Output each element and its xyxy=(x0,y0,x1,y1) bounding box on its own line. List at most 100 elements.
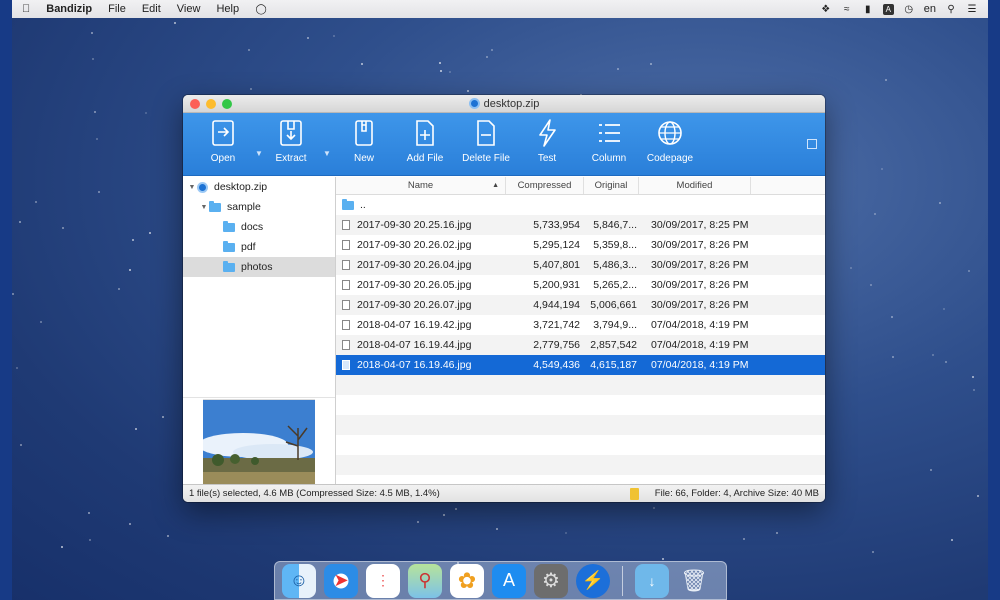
wifi-icon[interactable]: ≈ xyxy=(841,3,853,15)
star xyxy=(849,267,852,270)
star xyxy=(149,231,152,234)
star xyxy=(135,427,138,430)
file-icon xyxy=(342,300,350,310)
star xyxy=(495,527,498,530)
menu-edit[interactable]: Edit xyxy=(142,3,161,15)
time-machine-icon[interactable]: ◷ xyxy=(903,3,915,15)
image-preview xyxy=(203,399,315,484)
star xyxy=(929,469,932,472)
spotlight-icon[interactable]: ⚲ xyxy=(945,3,957,15)
column-label: Column xyxy=(591,153,627,164)
folder-icon xyxy=(209,200,221,212)
tree-item-label: photos xyxy=(241,261,273,273)
file-name: 2017-09-30 20.26.04.jpg xyxy=(357,259,472,271)
codepage-button[interactable]: Codepage xyxy=(640,117,700,164)
tree-item-sample[interactable]: ▼ sample xyxy=(183,197,335,217)
tree-item-photos[interactable]: photos xyxy=(183,257,335,277)
column-header-name[interactable]: Name ▲ xyxy=(336,177,506,194)
bandizip-icon[interactable]: ⚡ xyxy=(576,563,610,598)
table-row[interactable]: 2017-09-30 20.26.05.jpg 5,200,931 5,265,2.… xyxy=(336,275,825,295)
column-button[interactable]: Column xyxy=(579,117,639,164)
original-size: 5,265,2... xyxy=(593,279,637,291)
table-row[interactable]: 2017-09-30 20.26.02.jpg 5,295,124 5,359,8.… xyxy=(336,235,825,255)
star xyxy=(491,49,494,52)
delete-file-icon xyxy=(477,120,495,146)
minimize-button[interactable] xyxy=(206,99,216,109)
column-header-label: Name xyxy=(407,180,434,191)
table-row[interactable]: 2018-04-07 16.19.46.jpg 4,549,436 4,615,18… xyxy=(336,355,825,375)
tree-item-docs[interactable]: docs xyxy=(183,217,335,237)
column-header-original[interactable]: Original xyxy=(584,177,639,194)
zoom-button[interactable] xyxy=(222,99,232,109)
disclosure-triangle-icon[interactable]: ▼ xyxy=(187,184,197,191)
apple-icon[interactable]:  xyxy=(22,3,30,15)
star xyxy=(60,545,63,548)
language-indicator[interactable]: en xyxy=(924,3,936,15)
column-header-compressed[interactable]: Compressed xyxy=(506,177,584,194)
battery-icon[interactable]: ▮ xyxy=(862,3,874,15)
open-button[interactable]: Open xyxy=(193,117,253,164)
app-store-icon[interactable]: A xyxy=(492,563,526,598)
parent-folder-row[interactable]: .. xyxy=(336,195,825,215)
delete-file-button[interactable]: Delete File xyxy=(456,117,516,164)
notification-center-icon[interactable]: ☰ xyxy=(966,3,978,15)
modified-date: 07/04/2018, 4:19 PM xyxy=(651,319,749,331)
table-row[interactable]: 2017-09-30 20.25.16.jpg 5,733,954 5,846,7.… xyxy=(336,215,825,235)
star xyxy=(62,226,65,229)
tree-item-label: desktop.zip xyxy=(214,181,268,193)
star xyxy=(485,55,488,58)
tree-item-pdf[interactable]: pdf xyxy=(183,237,335,257)
file-icon xyxy=(342,360,350,370)
system-preferences-icon[interactable]: ⚙ xyxy=(534,563,568,598)
safari-icon[interactable]: ➤ xyxy=(324,563,358,598)
dropbox-icon[interactable]: ❖ xyxy=(820,3,832,15)
column-header-modified[interactable]: Modified xyxy=(639,177,751,194)
new-button[interactable]: New xyxy=(334,117,394,164)
table-row[interactable]: 2017-09-30 20.26.04.jpg 5,407,801 5,486,3.… xyxy=(336,255,825,275)
finder-icon[interactable]: ☺ xyxy=(282,563,316,598)
menu-view[interactable]: View xyxy=(177,3,201,15)
menu-app-name[interactable]: Bandizip xyxy=(46,3,92,15)
chat-bubble-icon[interactable]: ◯ xyxy=(255,3,267,15)
star xyxy=(360,63,363,66)
table-row[interactable]: 2018-04-07 16.19.42.jpg 3,721,742 3,794,9.… xyxy=(336,315,825,335)
original-size: 5,846,7... xyxy=(593,219,637,231)
star xyxy=(92,58,95,61)
lock-icon[interactable] xyxy=(629,487,639,500)
table-row[interactable]: 2017-09-30 20.26.07.jpg 4,944,194 5,006,66… xyxy=(336,295,825,315)
test-button[interactable]: Test xyxy=(517,117,577,164)
add-file-button[interactable]: Add File xyxy=(395,117,455,164)
tree-item-label: sample xyxy=(227,201,261,213)
star xyxy=(88,512,91,515)
file-icon xyxy=(342,260,350,270)
original-size: 5,006,661 xyxy=(590,299,637,311)
star xyxy=(448,70,451,73)
reminders-icon[interactable]: ⋮ xyxy=(366,563,400,598)
disclosure-triangle-icon[interactable]: ▼ xyxy=(199,204,209,211)
trash-icon[interactable]: 🗑 xyxy=(677,564,711,598)
window-title: desktop.zip xyxy=(483,97,540,110)
close-button[interactable] xyxy=(190,99,200,109)
extract-dropdown-caret[interactable]: ▼ xyxy=(323,149,331,158)
column-header-label: Original xyxy=(594,180,628,191)
star xyxy=(662,558,665,561)
star xyxy=(881,168,884,171)
folder-icon xyxy=(223,260,235,272)
maps-icon[interactable]: ⚲ xyxy=(408,563,442,598)
table-row[interactable]: 2018-04-07 16.19.44.jpg 2,779,756 2,857,54… xyxy=(336,335,825,355)
photos-icon[interactable]: ✿ xyxy=(450,563,484,598)
column-list-icon xyxy=(599,124,620,142)
menu-help[interactable]: Help xyxy=(216,3,239,15)
tree-item-archive[interactable]: ▼ desktop.zip xyxy=(183,177,335,197)
input-source-icon[interactable]: A xyxy=(882,3,894,15)
extract-button[interactable]: Extract xyxy=(261,117,321,164)
star xyxy=(416,520,419,523)
downloads-folder-icon[interactable]: ↓ xyxy=(635,563,669,598)
compressed-size: 4,944,194 xyxy=(533,299,580,311)
original-size: 5,359,8... xyxy=(593,239,637,251)
star xyxy=(91,31,94,34)
star xyxy=(951,539,954,542)
toggle-panel-icon[interactable] xyxy=(807,139,817,149)
menu-file[interactable]: File xyxy=(108,3,126,15)
title-bar[interactable]: desktop.zip xyxy=(183,95,825,113)
